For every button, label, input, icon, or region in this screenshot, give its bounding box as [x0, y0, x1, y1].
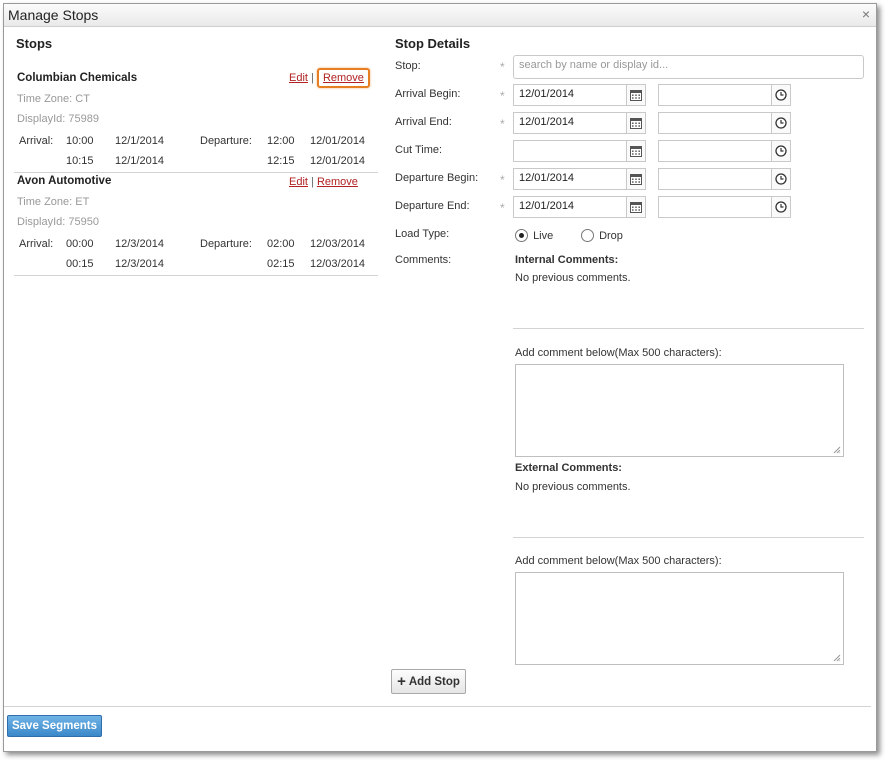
arrival-begin-time-input[interactable]: [658, 84, 772, 106]
save-segments-button[interactable]: Save Segments: [7, 715, 102, 737]
comments-divider: [513, 328, 864, 329]
remove-link[interactable]: Remove: [317, 176, 358, 188]
external-comment-textarea[interactable]: [515, 572, 844, 665]
external-comments-title: External Comments:: [515, 462, 622, 474]
arrival-date: 12/3/2014: [115, 238, 164, 250]
action-separator: |: [311, 176, 314, 188]
clock-icon[interactable]: [771, 140, 791, 162]
load-type-drop-option[interactable]: Drop: [581, 229, 623, 242]
cut-time-time-input[interactable]: [658, 140, 772, 162]
stop-divider: [14, 275, 378, 276]
arrival-time: 10:00: [66, 135, 94, 147]
footer-divider: [4, 706, 871, 707]
required-mark: *: [500, 60, 505, 74]
resize-handle-icon[interactable]: [833, 446, 841, 454]
departure-begin-time-input[interactable]: [658, 168, 772, 190]
required-mark: *: [500, 117, 505, 131]
stop-name: Avon Automotive: [17, 175, 112, 187]
arrival-label: Arrival:: [19, 135, 54, 147]
arrival-end-label: Arrival End:: [395, 116, 452, 128]
departure-time: 12:15: [267, 155, 295, 167]
calendar-icon[interactable]: [626, 112, 646, 134]
stop-details-title: Stop Details: [395, 36, 471, 51]
arrival-date: 12/3/2014: [115, 258, 164, 270]
stop-actions: Edit | Remove: [289, 68, 370, 88]
arrival-date: 12/1/2014: [115, 155, 164, 167]
required-mark: *: [500, 89, 505, 103]
clock-icon[interactable]: [771, 168, 791, 190]
stop-time-zone: Time Zone: CT: [17, 93, 90, 105]
close-icon[interactable]: ×: [862, 7, 870, 21]
add-stop-label: Add Stop: [408, 675, 460, 688]
clock-icon[interactable]: [771, 112, 791, 134]
departure-date: 12/03/2014: [310, 258, 366, 270]
drop-option-label: Drop: [599, 229, 623, 242]
arrival-begin-label: Arrival Begin:: [395, 88, 461, 100]
departure-date: 12/03/2014: [310, 238, 366, 250]
stop-label: Stop:: [395, 60, 421, 72]
internal-comments-title: Internal Comments:: [515, 254, 619, 266]
external-add-comment-label: Add comment below(Max 500 characters):: [515, 555, 722, 567]
plus-icon: +: [397, 673, 406, 690]
live-option-label: Live: [533, 229, 554, 242]
departure-time: 12:00: [267, 135, 295, 147]
remove-link[interactable]: Remove: [316, 68, 370, 88]
departure-date: 12/01/2014: [310, 155, 366, 167]
arrival-date: 12/1/2014: [115, 135, 164, 147]
dialog-titlebar: Manage Stops ×: [4, 4, 876, 27]
departure-end-label: Departure End:: [395, 200, 470, 212]
edit-link[interactable]: Edit: [289, 176, 308, 188]
departure-label: Departure:: [200, 135, 252, 147]
departure-begin-date-input[interactable]: 12/01/2014: [513, 168, 627, 190]
departure-time: 02:15: [267, 258, 295, 270]
stop-time-zone: Time Zone: ET: [17, 196, 90, 208]
arrival-end-time-input[interactable]: [658, 112, 772, 134]
departure-end-date-input[interactable]: 12/01/2014: [513, 196, 627, 218]
stop-display-id: DisplayId: 75989: [17, 113, 99, 125]
internal-comments-text: No previous comments.: [515, 272, 631, 284]
comments-label: Comments:: [395, 254, 452, 266]
clock-icon[interactable]: [771, 196, 791, 218]
clock-icon[interactable]: [771, 84, 791, 106]
arrival-time: 00:15: [66, 258, 94, 270]
stop-name: Columbian Chemicals: [17, 72, 138, 84]
resize-handle-icon[interactable]: [833, 654, 841, 662]
stop-search-input[interactable]: search by name or display id...: [513, 55, 864, 79]
calendar-icon[interactable]: [626, 140, 646, 162]
departure-date: 12/01/2014: [310, 135, 366, 147]
departure-time: 02:00: [267, 238, 295, 250]
stops-title: Stops: [16, 36, 53, 51]
departure-label: Departure:: [200, 238, 252, 250]
load-type-label: Load Type:: [395, 228, 450, 240]
arrival-label: Arrival:: [19, 238, 54, 250]
internal-comment-textarea[interactable]: [515, 364, 844, 457]
internal-add-comment-label: Add comment below(Max 500 characters):: [515, 347, 722, 359]
add-stop-button[interactable]: + Add Stop: [391, 669, 466, 694]
arrival-time: 00:00: [66, 238, 94, 250]
departure-end-time-input[interactable]: [658, 196, 772, 218]
cut-time-date-input[interactable]: [513, 140, 627, 162]
edit-link[interactable]: Edit: [289, 72, 308, 84]
load-type-live-option[interactable]: Live: [515, 229, 553, 242]
stop-actions: Edit | Remove: [289, 176, 358, 188]
cut-time-label: Cut Time:: [395, 144, 443, 156]
arrival-end-date-input[interactable]: 12/01/2014: [513, 112, 627, 134]
arrival-time: 10:15: [66, 155, 94, 167]
comments-divider: [513, 537, 864, 538]
required-mark: *: [500, 173, 505, 187]
action-separator: |: [311, 72, 314, 84]
calendar-icon[interactable]: [626, 196, 646, 218]
arrival-begin-date-input[interactable]: 12/01/2014: [513, 84, 627, 106]
departure-begin-label: Departure Begin:: [395, 172, 479, 184]
dialog-title: Manage Stops: [8, 7, 99, 23]
drop-radio[interactable]: [581, 229, 594, 242]
stop-divider: [14, 172, 378, 173]
required-mark: *: [500, 201, 505, 215]
external-comments-text: No previous comments.: [515, 481, 631, 493]
stop-display-id: DisplayId: 75950: [17, 216, 99, 228]
calendar-icon[interactable]: [626, 168, 646, 190]
calendar-icon[interactable]: [626, 84, 646, 106]
live-radio[interactable]: [515, 229, 528, 242]
